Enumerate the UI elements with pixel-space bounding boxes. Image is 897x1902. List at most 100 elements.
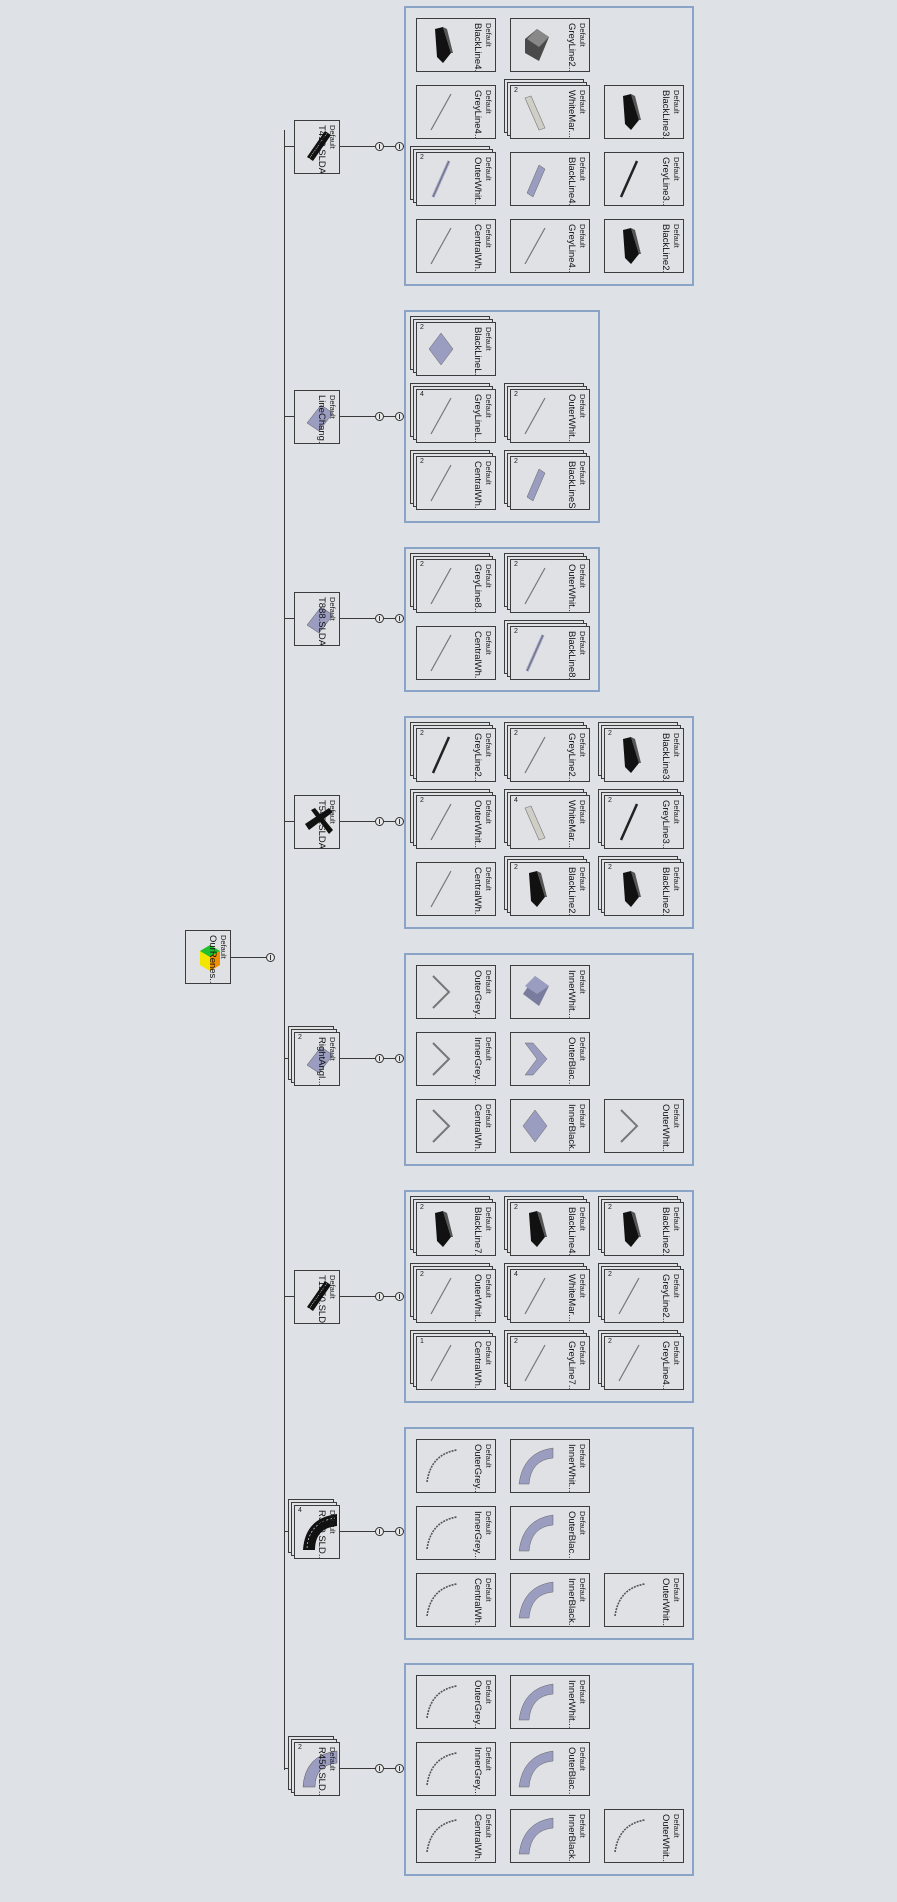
part-thumbnail [421,224,461,273]
part-quantity: 2 [608,1271,612,1278]
lav-arc-icon [518,1447,554,1485]
part-card[interactable]: GreyLineL... Default 4 [416,389,496,443]
part-card[interactable]: InnerWhit... Default [510,1675,590,1729]
subassembly-card[interactable]: T888.SLDA... Default [294,592,340,646]
part-card[interactable]: InnerWhit... Default [510,1439,590,1493]
part-card[interactable]: BlackLine3... Default 2 [604,728,684,782]
part-card[interactable]: OuterWhit... Default 2 [416,152,496,206]
part-card[interactable]: OuterBlac... Default [510,1506,590,1560]
subassembly-card[interactable]: T1250.SLD... Default [294,1270,340,1324]
part-thumbnail [421,1814,461,1863]
part-card[interactable]: OuterWhit... Default 2 [510,559,590,613]
part-quantity: 2 [420,730,424,737]
part-card[interactable]: CentralWh... Default 1 [416,1336,496,1390]
subassembly-card[interactable]: T548.SLDA... Default [294,795,340,849]
part-card[interactable]: OuterGrey... Default [416,1439,496,1493]
expand-collapse-toggle[interactable] [395,817,404,826]
part-card[interactable]: CentralWh... Default [416,626,496,680]
part-card[interactable]: WhiteMar... Default 4 [510,795,590,849]
part-thumbnail [515,394,555,443]
part-card[interactable]: OuterWhit... Default [604,1573,684,1627]
part-card[interactable]: CentralWh... Default [416,219,496,273]
root-card[interactable]: OurRenes... Default [185,930,231,984]
part-card[interactable]: BlackLineS... Default 2 [510,456,590,510]
tree-connector-line [284,416,294,417]
expand-collapse-toggle[interactable] [375,412,384,421]
part-card[interactable]: BlackLine2... Default 2 [604,1202,684,1256]
expand-collapse-toggle[interactable] [395,1054,404,1063]
part-card[interactable]: BlackLine2... Default 2 [604,862,684,916]
part-card[interactable]: BlackLine3... Default [604,85,684,139]
curve-icon [426,1449,458,1483]
part-card[interactable]: GreyLine2... Default [510,18,590,72]
part-card[interactable]: InnerGrey... Default [416,1032,496,1086]
subassembly-card[interactable]: RightAngl... Default 2 [294,1032,340,1086]
part-name: OuterWhit... [566,394,577,442]
part-card[interactable]: CentralWh... Default [416,1809,496,1863]
part-card[interactable]: GreyLine4... Default [416,85,496,139]
expand-collapse-toggle[interactable] [395,1292,404,1301]
part-card[interactable]: GreyLine8... Default 2 [416,559,496,613]
part-card[interactable]: GreyLine3... Default 2 [604,795,684,849]
part-card[interactable]: BlackLine7... Default 2 [416,1202,496,1256]
expand-collapse-toggle[interactable] [395,1764,404,1773]
part-card[interactable]: GreyLine3... Default [604,152,684,206]
part-card[interactable]: CentralWh... Default [416,862,496,916]
part-card[interactable]: CentralWh... Default 2 [416,456,496,510]
part-card[interactable]: GreyLine7... Default 2 [510,1336,590,1390]
part-card[interactable]: OuterWhit... Default 2 [416,795,496,849]
expand-collapse-toggle[interactable] [375,614,384,623]
part-card[interactable]: GreyLine2... Default 2 [416,728,496,782]
part-card[interactable]: BlackLine4... Default 2 [510,1202,590,1256]
part-card[interactable]: OuterWhit... Default 2 [510,389,590,443]
part-card[interactable]: OuterWhit... Default [604,1099,684,1153]
part-card[interactable]: OuterBlac... Default [510,1742,590,1796]
part-card[interactable]: CentralWh... Default [416,1573,496,1627]
part-thumbnail [421,157,461,206]
part-thumbnail [609,157,649,206]
expand-collapse-toggle[interactable] [395,412,404,421]
part-name: OuterGrey... [472,970,483,1018]
part-card[interactable]: InnerGrey... Default [416,1506,496,1560]
subassembly-card[interactable]: R300.SLD... Default 4 [294,1505,340,1559]
subassembly-card[interactable]: T410.SLDA... Default [294,120,340,174]
part-card[interactable]: GreyLine2... Default 2 [604,1269,684,1323]
part-card[interactable]: WhiteMar... Default 4 [510,1269,590,1323]
part-thumbnail [421,1680,461,1729]
part-card[interactable]: CentralWh... Default [416,1099,496,1153]
part-card[interactable]: InnerBlack... Default [510,1809,590,1863]
part-card[interactable]: GreyLine2... Default 2 [510,728,590,782]
part-card[interactable]: InnerWhit... Default [510,965,590,1019]
expand-collapse-toggle[interactable] [375,1054,384,1063]
expand-collapse-toggle[interactable] [266,953,275,962]
part-card[interactable]: BlackLine4... Default [416,18,496,72]
part-thumbnail [421,631,461,680]
expand-collapse-toggle[interactable] [375,1292,384,1301]
part-card[interactable]: InnerBlack... Default [510,1573,590,1627]
expand-collapse-toggle[interactable] [375,817,384,826]
part-card[interactable]: WhiteMar... Default 2 [510,85,590,139]
part-card[interactable]: GreyLine4... Default [510,219,590,273]
part-card[interactable]: BlackLine8... Default 2 [510,626,590,680]
expand-collapse-toggle[interactable] [375,1764,384,1773]
part-card[interactable]: BlackLine4... Default [510,152,590,206]
subassembly-card[interactable]: LineChang... Default [294,390,340,444]
expand-collapse-toggle[interactable] [395,142,404,151]
part-card[interactable]: OuterGrey... Default [416,1675,496,1729]
part-card[interactable]: OuterGrey... Default [416,965,496,1019]
part-card[interactable]: GreyLine4... Default 2 [604,1336,684,1390]
part-card[interactable]: OuterWhit... Default 2 [416,1269,496,1323]
part-card[interactable]: InnerGrey... Default [416,1742,496,1796]
expand-collapse-toggle[interactable] [395,614,404,623]
part-config: Default [484,461,493,485]
expand-collapse-toggle[interactable] [375,142,384,151]
part-card[interactable]: BlackLine2... Default [604,219,684,273]
subassembly-card[interactable]: R450.SLD... Default 2 [294,1742,340,1796]
part-card[interactable]: OuterWhit... Default [604,1809,684,1863]
part-card[interactable]: BlackLine2... Default 2 [510,862,590,916]
expand-collapse-toggle[interactable] [395,1527,404,1536]
part-card[interactable]: BlackLineL... Default 2 [416,322,496,376]
expand-collapse-toggle[interactable] [375,1527,384,1536]
part-card[interactable]: OuterBlac... Default [510,1032,590,1086]
part-card[interactable]: InnerBlack... Default [510,1099,590,1153]
